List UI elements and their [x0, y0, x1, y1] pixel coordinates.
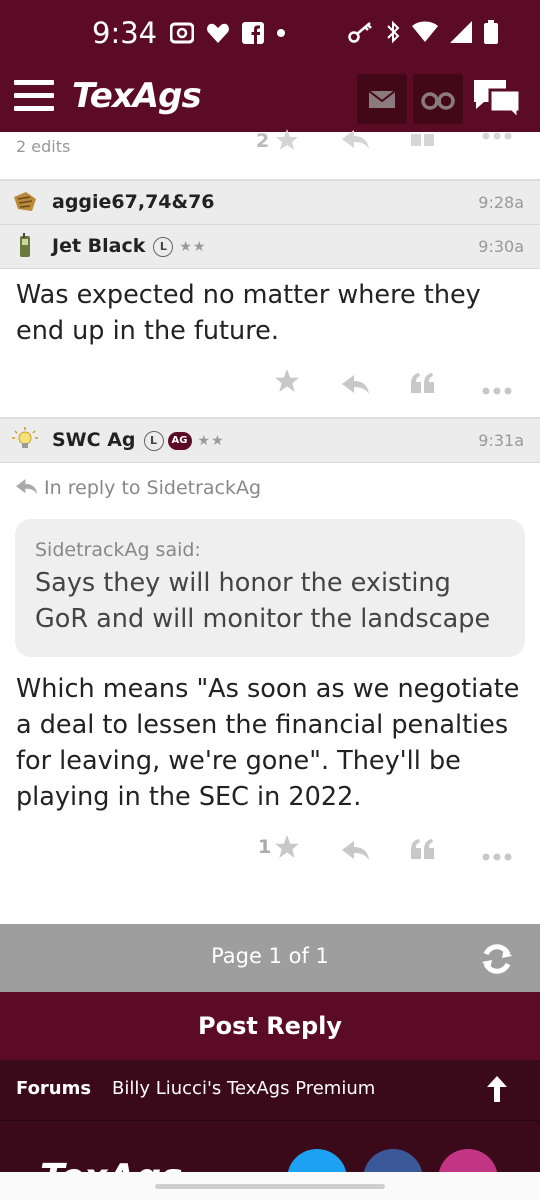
post-header: Jet Black L ★★ 9:30a: [0, 225, 540, 269]
site-footer: TexAgs: [0, 1120, 540, 1177]
top-nav-bar: TexAgs: [0, 70, 540, 132]
ag-badge: AG: [167, 431, 192, 450]
post-time: 9:30a: [478, 237, 524, 256]
post-body: Was expected no matter where they end up…: [16, 280, 481, 346]
lifetime-badge: L: [143, 430, 164, 451]
star-rating: ★★: [179, 238, 207, 255]
battery-icon: [484, 20, 498, 44]
breadcrumb: Forums Billy Liucci's TexAgs Premium: [0, 1060, 540, 1120]
star-icon[interactable]: [274, 833, 300, 861]
more-options-icon[interactable]: [482, 377, 512, 405]
camera-notification-icon: [170, 22, 194, 44]
in-reply-to-link[interactable]: In reply to SidetrackAg: [0, 463, 540, 519]
breadcrumb-board[interactable]: Billy Liucci's TexAgs Premium: [112, 1078, 375, 1099]
post-time: 9:31a: [478, 431, 524, 450]
pagination-bar: Page 1 of 1: [0, 924, 540, 992]
more-options-icon[interactable]: [482, 843, 512, 871]
key-icon: [348, 22, 372, 43]
lightbulb-avatar-icon[interactable]: [12, 427, 38, 453]
facebook-notification-icon: [242, 22, 264, 44]
reply-icon[interactable]: [342, 837, 370, 865]
post-actions: 1: [0, 815, 540, 883]
username[interactable]: SWC Ag: [52, 429, 136, 451]
cellular-signal-icon: [450, 21, 472, 43]
quote-icon[interactable]: [410, 835, 436, 863]
reply-icon[interactable]: [342, 371, 370, 399]
status-time: 9:34: [92, 16, 158, 50]
home-gesture-handle[interactable]: [155, 1184, 385, 1189]
refresh-icon[interactable]: [478, 940, 516, 978]
binoculars-icon: [421, 92, 455, 110]
star-count: 1: [258, 836, 272, 858]
previous-post-footer: 2 edits 2: [0, 129, 540, 181]
thread-content: 2 edits 2 aggie67,74&76 9:28a Jet Black L…: [0, 129, 540, 883]
post-header: aggie67,74&76 9:28a: [0, 181, 540, 225]
more-options-icon[interactable]: [482, 132, 512, 140]
watched-threads-button[interactable]: [413, 74, 463, 124]
mail-icon: [368, 90, 396, 108]
status-bar: 9:34: [0, 0, 540, 70]
page-indicator[interactable]: Page 1 of 1: [0, 944, 540, 968]
star-icon[interactable]: [274, 367, 300, 395]
chat-button[interactable]: [470, 76, 526, 124]
messages-button[interactable]: [357, 74, 407, 124]
bluetooth-icon: [387, 20, 400, 44]
quote-icon[interactable]: [410, 130, 436, 146]
avatar-icon[interactable]: [12, 189, 38, 215]
reply-icon: [16, 479, 38, 495]
texags-logo[interactable]: TexAgs: [72, 76, 202, 116]
quote-author: SidetrackAg said:: [35, 539, 201, 561]
heart-notification-icon: [207, 23, 229, 43]
dot-notification-icon: [277, 29, 285, 37]
post-reply-button[interactable]: Post Reply: [0, 992, 540, 1060]
star-rating: ★★: [197, 432, 225, 449]
quote-icon[interactable]: [410, 369, 436, 397]
menu-icon[interactable]: [14, 80, 54, 114]
star-count: 2: [256, 130, 270, 152]
star-icon[interactable]: [275, 128, 299, 152]
post-time: 9:28a: [478, 193, 524, 212]
reply-icon[interactable]: [342, 130, 370, 150]
post-header: SWC Ag L AG ★★ 9:31a: [0, 419, 540, 463]
lifetime-badge: L: [153, 236, 174, 257]
breadcrumb-forums[interactable]: Forums: [16, 1078, 91, 1099]
edits-label[interactable]: 2 edits: [16, 137, 70, 156]
avatar-icon[interactable]: [12, 233, 38, 259]
post-actions: [0, 349, 540, 417]
username[interactable]: aggie67,74&76: [52, 191, 215, 213]
system-navigation-bar: [0, 1172, 540, 1200]
quote-text: Says they will honor the existing GoR an…: [35, 568, 491, 634]
scroll-to-top-icon[interactable]: [484, 1074, 510, 1104]
chat-icon: [474, 80, 522, 123]
wifi-icon: [412, 21, 438, 42]
in-reply-to-label: In reply to SidetrackAg: [44, 477, 262, 499]
username[interactable]: Jet Black: [52, 235, 145, 257]
quoted-post[interactable]: SidetrackAg said: Says they will honor t…: [15, 519, 525, 657]
post-body: Which means "As soon as we negotiate a d…: [16, 674, 520, 812]
